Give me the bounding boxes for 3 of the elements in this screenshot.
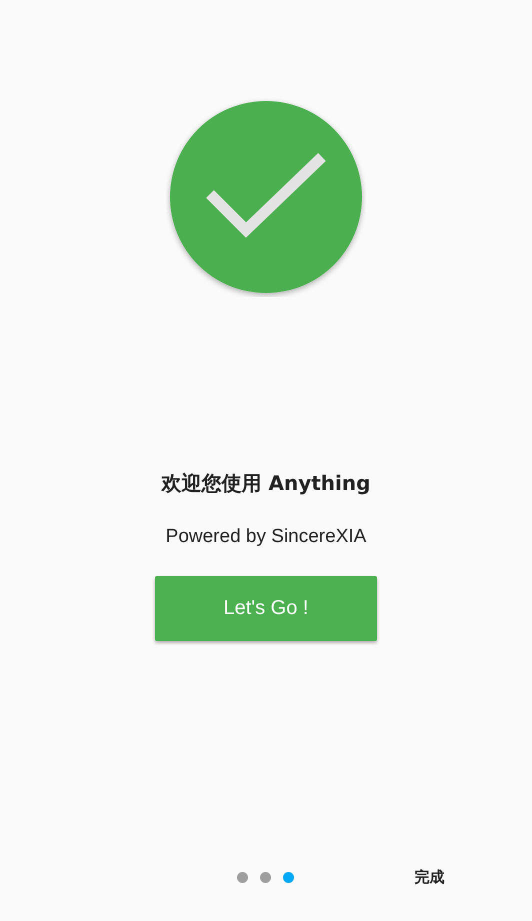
welcome-title: 欢迎您使用 Anything bbox=[162, 470, 370, 497]
powered-by-text: Powered by SincereXIA bbox=[166, 525, 366, 549]
done-button[interactable]: 完成 bbox=[414, 868, 445, 886]
